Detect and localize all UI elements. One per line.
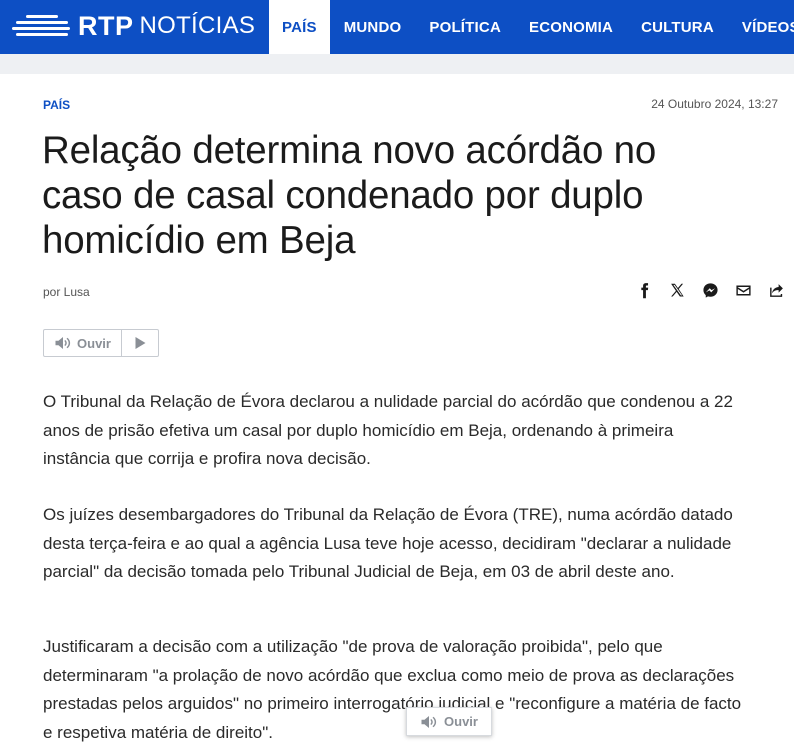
speaker-icon [421,715,437,728]
rtp-noticias-logo[interactable]: RTP NOTÍCIAS [10,8,255,44]
nav-item-pais[interactable]: PAÍS [269,0,330,54]
listen-label: Ouvir [77,335,111,351]
article-author: por Lusa [43,285,90,299]
article-date: 24 Outubro 2024, 13:27 [651,97,778,111]
messenger-icon [703,282,718,298]
share-icon [770,283,783,297]
messenger-share-button[interactable] [694,280,727,300]
nav-item-videos[interactable]: VÍDEOS [728,0,794,54]
play-button[interactable] [122,330,158,356]
floating-listen-label: Ouvir [444,714,478,729]
facebook-icon [641,282,649,298]
x-share-button[interactable] [661,280,694,300]
logo-rtp-text: RTP [78,10,134,41]
email-share-button[interactable] [727,280,760,300]
article-paragraph-3: Justificaram a decisão com a utilização … [43,637,742,742]
nav-item-politica[interactable]: POLÍTICA [415,0,515,54]
nav-item-economia[interactable]: ECONOMIA [515,0,627,54]
nav-item-cultura[interactable]: CULTURA [627,0,728,54]
sub-navigation-bar [0,54,794,74]
x-icon [671,283,684,297]
article-paragraph-2: Os juízes desembargadores do Tribunal da… [43,505,733,581]
article-section-label[interactable]: PAÍS [43,98,70,112]
generic-share-button[interactable] [760,280,793,300]
nav-item-mundo[interactable]: MUNDO [330,0,416,54]
top-navigation-bar: RTP NOTÍCIAS PAÍS MUNDO POLÍTICA ECONOMI… [0,0,794,54]
audio-player: Ouvir [43,329,159,357]
article-paragraph-1: O Tribunal da Relação de Évora declarou … [43,392,733,468]
logo-noticias-text: NOTÍCIAS [139,12,256,39]
email-icon [736,285,751,295]
speaker-icon [55,337,71,349]
facebook-share-button[interactable] [628,280,661,300]
article-title: Relação determina novo acórdão no caso d… [42,129,657,262]
main-nav: PAÍS MUNDO POLÍTICA ECONOMIA CULTURA VÍD… [269,0,794,54]
listen-button[interactable]: Ouvir [44,330,122,356]
play-icon [135,337,145,349]
floating-listen-button[interactable]: Ouvir [406,707,492,736]
share-bar [628,280,793,300]
rtp-stripes-icon [10,13,70,39]
